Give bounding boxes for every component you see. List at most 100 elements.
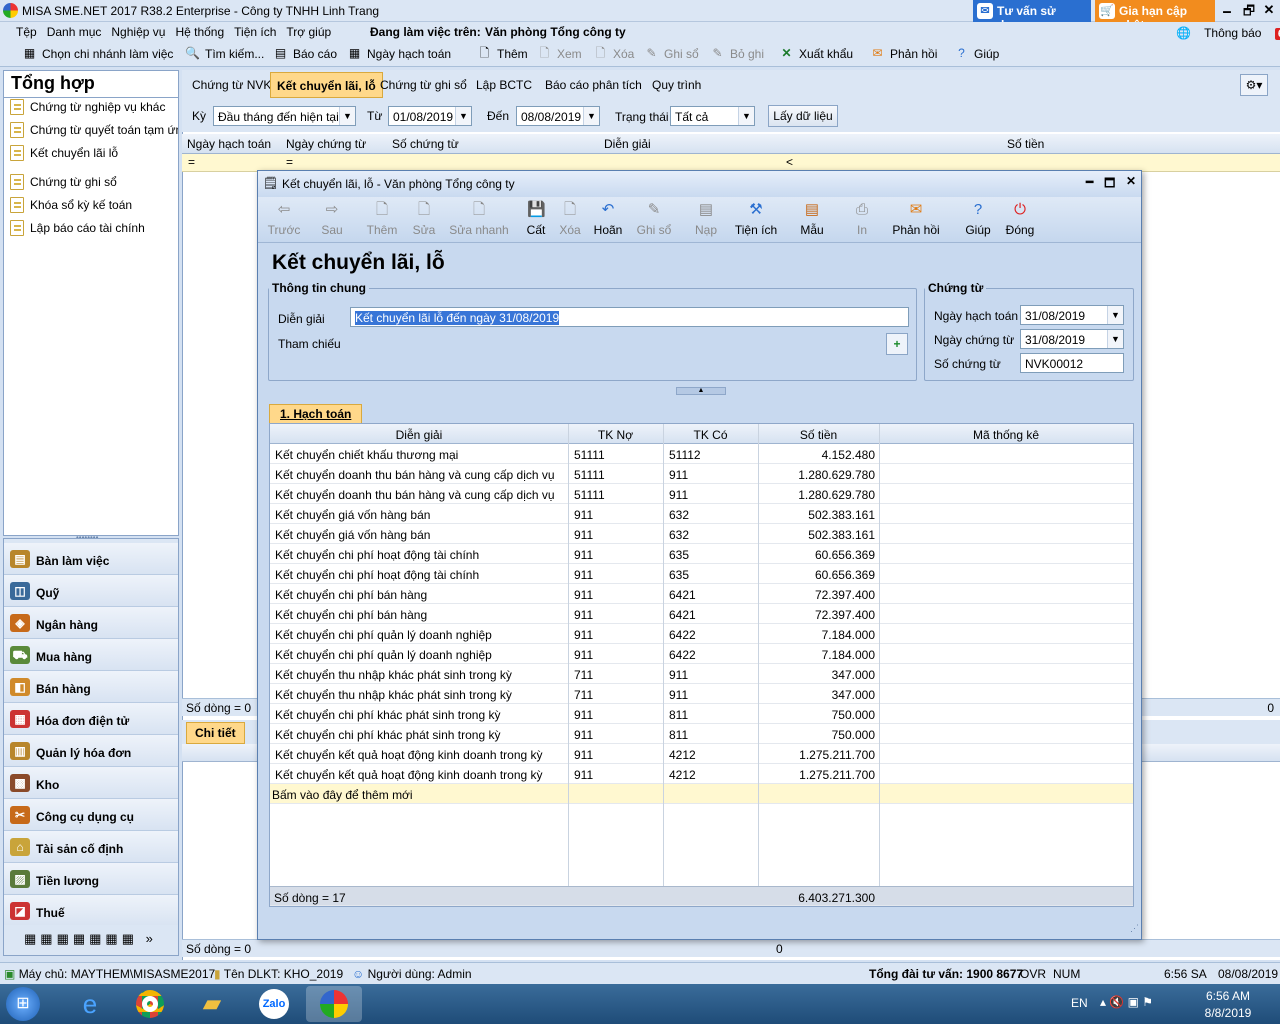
unpost-button[interactable]: ✎ Bỏ ghi (710, 46, 764, 61)
doc-date-input[interactable]: 31/08/2019 ▼ (1020, 329, 1124, 349)
col-description[interactable]: Diễn giải (604, 137, 651, 151)
dialog-tool-button[interactable]: ✉ Phản hồi (890, 201, 942, 237)
module-item[interactable]: ⛟ Mua hàng (4, 639, 178, 671)
dialog-tool-button[interactable]: ⇨ Sau (310, 201, 354, 237)
filter-operator[interactable]: < (786, 155, 793, 169)
module-item[interactable]: ▦ Hóa đơn điện tử (4, 703, 178, 735)
filter-operator[interactable]: = (286, 155, 293, 169)
branch-button[interactable]: ▦ Chọn chi nhánh làm việc (22, 46, 174, 61)
module-item[interactable]: ▤ Bàn làm việc (4, 543, 178, 575)
tab-accounting[interactable]: 1. Hạch toán (269, 404, 363, 424)
module-item[interactable]: ▩ Kho (4, 767, 178, 799)
resize-grip-icon[interactable]: ⋰ (1130, 923, 1139, 934)
status-select[interactable]: Tất cả ▼ (670, 106, 755, 126)
dialog-tool-button[interactable]: ▤ Nạp (684, 201, 728, 237)
dialog-tool-button[interactable]: 🗋 Sửa (402, 201, 446, 237)
menu-item[interactable]: Hệ thống (175, 25, 224, 39)
renew-button[interactable]: 🛒Gia hạn cập nhật (1095, 0, 1215, 32)
minimize-icon[interactable]: ━ (1086, 175, 1093, 189)
misa-taskbar-icon[interactable] (306, 986, 362, 1022)
view-button[interactable]: 🗋 Xem (537, 46, 582, 61)
col-posting-date[interactable]: Ngày hạch toán (187, 137, 271, 151)
posting-date-button[interactable]: ▦ Ngày hạch toán (347, 46, 451, 61)
tab-5[interactable]: Quy trình (646, 72, 707, 98)
help-button[interactable]: ? Giúp (954, 46, 999, 61)
table-row[interactable]: Kết chuyển kết quả hoạt động kinh doanh … (270, 744, 1133, 764)
grid-column-header[interactable]: TK Có (663, 428, 758, 442)
dialog-tool-button[interactable]: ▤ Mẫu (790, 201, 834, 237)
table-row[interactable]: Kết chuyển chi phí khác phát sinh trong … (270, 704, 1133, 724)
module-item[interactable]: ✂ Công cụ dụng cụ (4, 799, 178, 831)
menu-item[interactable]: Tệp (16, 25, 37, 39)
table-row[interactable]: Kết chuyển chi phí bán hàng 911 6421 72.397… (270, 584, 1133, 604)
sidebar-item[interactable]: Chứng từ quyết toán tạm ứn... (8, 120, 178, 140)
table-row[interactable]: Kết chuyển chi phí quản lý doanh nghiệp 9… (270, 624, 1133, 644)
table-row[interactable]: Kết chuyển chi phí khác phát sinh trong … (270, 724, 1133, 744)
ie-icon[interactable]: e (62, 986, 118, 1022)
dialog-tool-button[interactable]: ⎙ In (840, 201, 884, 237)
report-button[interactable]: ▤ Báo cáo (273, 46, 337, 61)
search-button[interactable]: 🔍 Tìm kiếm... (185, 46, 264, 61)
table-row[interactable]: Kết chuyển doanh thu bán hàng và cung cấ… (270, 484, 1133, 504)
filter-operator[interactable]: = (188, 155, 195, 169)
close-icon[interactable]: ✕ (1258, 2, 1280, 18)
sidebar-item[interactable]: Chứng từ nghiệp vụ khác (8, 97, 178, 117)
tray-icons[interactable]: ▴ 🔇 ▣ ⚑ (1100, 995, 1153, 1009)
col-doc-no[interactable]: Số chứng từ (392, 137, 459, 151)
post-date-input[interactable]: 31/08/2019 ▼ (1020, 305, 1124, 325)
clock[interactable]: 6:56 AM 8/8/2019 (1196, 989, 1260, 1020)
doc-no-input[interactable]: NVK00012 (1020, 353, 1124, 373)
grid-column-header[interactable]: Số tiền (758, 428, 879, 442)
zalo-icon[interactable]: Zalo (246, 986, 302, 1022)
settings-gear-icon[interactable]: ⚙▾ (1240, 74, 1268, 96)
dialog-tool-button[interactable]: 🗋 Sửa nhanh (448, 201, 510, 237)
menu-item[interactable]: Tiện ích (234, 25, 276, 39)
export-button[interactable]: ✕ Xuất khẩu (779, 46, 853, 61)
sidebar-item[interactable]: Kết chuyển lãi lỗ (8, 143, 178, 163)
start-button[interactable]: ⊞ (6, 987, 40, 1021)
maximize-icon[interactable]: 🗖 (1104, 174, 1115, 195)
dialog-tool-button[interactable]: ✎ Ghi sổ (632, 201, 676, 237)
sidebar-item[interactable]: Lập báo cáo tài chính (8, 218, 178, 238)
delete-button[interactable]: 🗋 Xóa (593, 46, 635, 61)
grid-column-header[interactable]: TK Nợ (568, 428, 663, 442)
module-item[interactable]: ⌂ Tài sản cố định (4, 831, 178, 863)
language-indicator[interactable]: EN (1071, 996, 1088, 1010)
tab-0[interactable]: Chứng từ NVK (186, 72, 277, 98)
table-row[interactable]: Kết chuyển chi phí quản lý doanh nghiệp 9… (270, 644, 1133, 664)
notification-button[interactable]: 🌐 Thông báo 68 (1176, 26, 1280, 40)
module-item[interactable]: ◧ Bán hàng (4, 671, 178, 703)
add-button[interactable]: 🗋 Thêm (477, 46, 528, 61)
collapse-handle-icon[interactable]: ▲ (676, 387, 726, 395)
menu-item[interactable]: Danh mục (47, 25, 102, 39)
table-row[interactable]: Kết chuyển chi phí hoạt động tài chính 91… (270, 544, 1133, 564)
tab-detail[interactable]: Chi tiết (186, 722, 245, 744)
menu-item[interactable]: Nghiệp vụ (111, 25, 165, 39)
dialog-tool-button[interactable]: ⏻ Đóng (998, 201, 1042, 237)
col-doc-date[interactable]: Ngày chứng từ (286, 137, 366, 151)
explorer-icon[interactable]: ▰ (184, 986, 240, 1022)
chrome-icon[interactable] (122, 986, 178, 1022)
dialog-tool-button[interactable]: ? Giúp (956, 201, 1000, 237)
module-overflow-icons[interactable]: ▦▦▦▦▦▦▦ » (4, 925, 178, 955)
minimize-icon[interactable]: 🗕 (1216, 2, 1238, 24)
restore-icon[interactable]: 🗗 (1238, 2, 1260, 24)
consult-button[interactable]: ✉Tư vấn sử dụng (973, 0, 1091, 32)
dialog-tool-button[interactable]: 🗋 Thêm (360, 201, 404, 237)
close-icon[interactable]: ✕ (1126, 174, 1136, 188)
menu-item[interactable]: Trợ giúp (286, 25, 331, 39)
description-input[interactable]: Kết chuyển lãi lỗ đến ngày 31/08/2019 (350, 307, 909, 327)
table-row[interactable]: Kết chuyển chi phí bán hàng 911 6421 72.397… (270, 604, 1133, 624)
dialog-tool-button[interactable]: ↶ Hoãn (586, 201, 630, 237)
tab-2[interactable]: Chứng từ ghi sổ (374, 72, 473, 98)
tab-1[interactable]: Kết chuyển lãi, lỗ (270, 72, 383, 98)
module-item[interactable]: ◪ Thuế (4, 895, 178, 927)
module-item[interactable]: ▨ Tiền lương (4, 863, 178, 895)
sidebar-item[interactable]: Chứng từ ghi sổ (8, 172, 178, 192)
tab-4[interactable]: Báo cáo phân tích (539, 72, 648, 98)
table-row[interactable]: Kết chuyển doanh thu bán hàng và cung cấ… (270, 464, 1133, 484)
dialog-tool-button[interactable]: ⚒ Tiện ích (728, 201, 784, 237)
to-date-input[interactable]: 08/08/2019 ▼ (516, 106, 600, 126)
col-amount[interactable]: Số tiền (1007, 137, 1044, 151)
add-reference-icon[interactable]: + (886, 333, 908, 355)
